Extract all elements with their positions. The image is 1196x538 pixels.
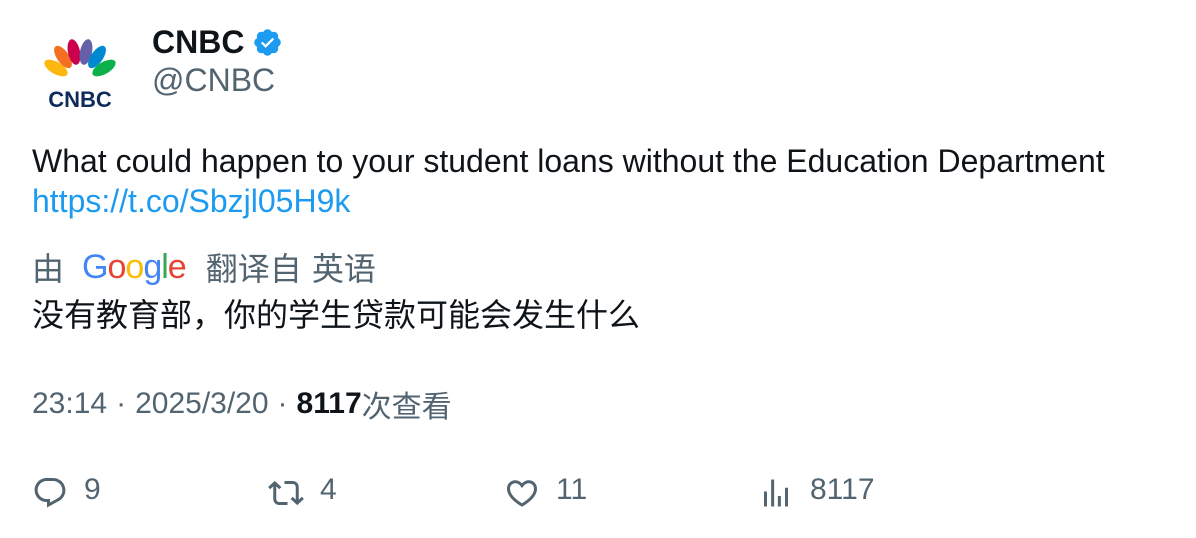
reply-count: 9: [84, 473, 101, 506]
views-label[interactable]: 次查看: [362, 382, 452, 426]
reply-button[interactable]: 9: [32, 468, 101, 518]
translated-text: 没有教育部，你的学生贷款可能会发生什么: [32, 296, 641, 334]
google-logo[interactable]: Google: [82, 250, 187, 284]
tweet-meta: 23:14 · 2025/3/20 · 8117 次查看: [32, 382, 452, 426]
tweet-time[interactable]: 23:14: [32, 387, 107, 421]
views-button[interactable]: 8117: [758, 468, 875, 518]
like-count: 11: [556, 473, 588, 506]
avatar[interactable]: CNBC: [32, 24, 128, 120]
retweet-count: 4: [320, 473, 337, 506]
author-handle[interactable]: @CNBC: [152, 62, 275, 99]
tweet-card: CNBC CNBC @CNBC What could happen to you…: [0, 0, 1196, 538]
translation-suffix: 翻译自 英语: [205, 250, 376, 288]
tweet-text: What could happen to your student loans …: [32, 141, 1172, 221]
author-name-row: CNBC: [152, 20, 283, 64]
meta-separator: ·: [116, 387, 127, 420]
tweet-body: What could happen to your student loans …: [32, 143, 1105, 179]
like-button[interactable]: 11: [504, 468, 587, 518]
translation-prefix: 由: [32, 250, 65, 288]
verified-badge-icon[interactable]: [252, 27, 283, 58]
meta-separator: ·: [277, 387, 288, 420]
author-display-name[interactable]: CNBC: [152, 24, 244, 61]
translation-attribution: 由 Google 翻译自 英语: [32, 246, 376, 288]
reply-icon: [32, 475, 68, 511]
retweet-icon: [268, 475, 304, 511]
svg-text:CNBC: CNBC: [48, 87, 112, 112]
views-count[interactable]: 8117: [297, 387, 362, 421]
tweet-link[interactable]: https://t.co/Sbzjl05H9k: [32, 181, 1172, 221]
heart-icon: [504, 475, 540, 511]
views-action-count: 8117: [810, 473, 875, 506]
bar-chart-icon: [758, 475, 794, 511]
action-bar: 9 4 11 8117: [0, 468, 1196, 518]
tweet-date[interactable]: 2025/3/20: [135, 387, 268, 421]
cnbc-peacock-logo-icon: CNBC: [44, 39, 116, 112]
retweet-button[interactable]: 4: [268, 468, 337, 518]
